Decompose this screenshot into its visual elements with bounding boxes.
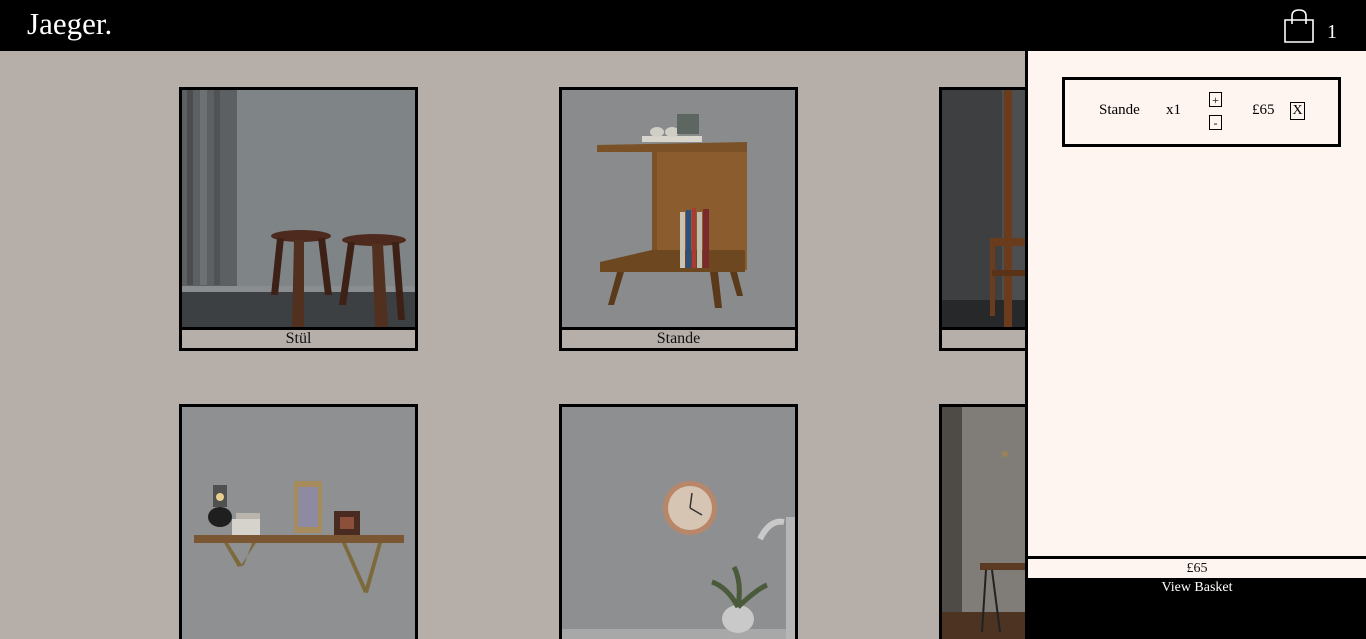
cart-total: £65 (1028, 556, 1366, 580)
product-image[interactable] (182, 90, 415, 327)
basket-count: 1 (1327, 21, 1337, 43)
product-card[interactable] (179, 404, 418, 639)
product-image[interactable] (182, 407, 415, 639)
product-card[interactable]: Stande (559, 87, 798, 351)
product-name[interactable]: Stande (562, 327, 795, 348)
cart-item-price: £65 (1252, 102, 1275, 118)
cart-panel: Stande x1 + - £65 X £65 View Basket (1025, 51, 1366, 639)
view-basket-button[interactable]: View Basket (1028, 578, 1366, 639)
decrease-quantity-button[interactable]: - (1209, 115, 1222, 130)
increase-quantity-button[interactable]: + (1209, 92, 1222, 107)
product-image[interactable] (562, 90, 795, 327)
site-header: Jaeger. 1 (0, 0, 1366, 51)
shopping-bag-icon[interactable] (1283, 8, 1315, 44)
site-logo[interactable]: Jaeger. (27, 6, 112, 42)
cart-item-name: Stande (1099, 102, 1140, 118)
product-card[interactable]: Stül (179, 87, 418, 351)
cart-item-quantity: x1 (1166, 102, 1181, 118)
remove-item-button[interactable]: X (1290, 102, 1305, 120)
product-card[interactable] (559, 404, 798, 639)
product-name[interactable]: Stül (182, 327, 415, 348)
product-image[interactable] (562, 407, 795, 639)
cart-item: Stande x1 + - £65 X (1062, 77, 1341, 147)
